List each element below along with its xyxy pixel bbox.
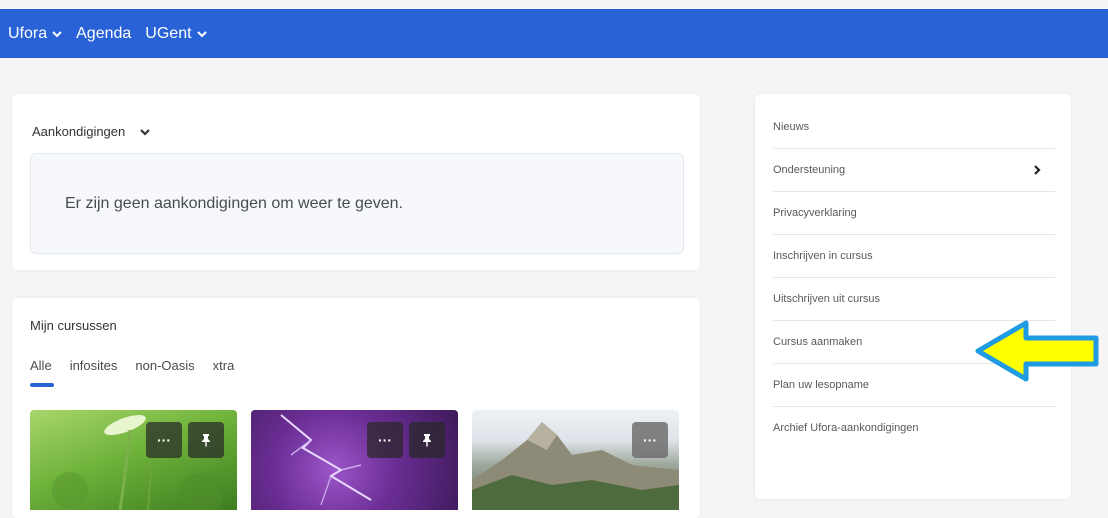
chevron-down-icon <box>140 128 151 136</box>
nav-ufora-menu[interactable]: Ufora <box>8 25 62 43</box>
links-sidebar: Nieuws Ondersteuning Privacyverklaring I… <box>755 94 1071 499</box>
tab-infosites[interactable]: infosites <box>70 358 118 373</box>
sidebar-item-inschrijven[interactable]: Inschrijven in cursus <box>773 235 1055 278</box>
tab-xtra[interactable]: xtra <box>213 358 235 373</box>
course-tile[interactable]: ··· <box>472 410 679 510</box>
sidebar-item-label: Plan uw lesopname <box>773 379 870 391</box>
my-courses-widget: Mijn cursussen Alle infosites non-Oasis … <box>12 298 700 518</box>
nav-ufora-label: Ufora <box>8 24 48 42</box>
sidebar-item-label: Archief Ufora-aankondigingen <box>773 422 919 434</box>
course-tabs: Alle infosites non-Oasis xtra <box>30 358 252 387</box>
sidebar-item-ondersteuning[interactable]: Ondersteuning <box>773 149 1055 192</box>
more-icon[interactable]: ··· <box>367 422 403 458</box>
nav-ugent-menu[interactable]: UGent <box>145 24 207 43</box>
sidebar-list: Nieuws Ondersteuning Privacyverklaring I… <box>773 106 1055 449</box>
chevron-right-icon <box>1034 165 1041 175</box>
announcements-widget: Aankondigingen Er zijn geen aankondiging… <box>12 94 700 270</box>
chevron-down-icon <box>52 30 62 37</box>
course-tile[interactable]: ··· <box>30 410 237 510</box>
sidebar-item-privacyverklaring[interactable]: Privacyverklaring <box>773 192 1055 235</box>
sidebar-item-uitschrijven[interactable]: Uitschrijven uit cursus <box>773 278 1055 321</box>
tab-non-oasis[interactable]: non-Oasis <box>135 358 194 373</box>
top-navigation-bar: Ufora Agenda UGent <box>0 9 1108 58</box>
sidebar-item-nieuws[interactable]: Nieuws <box>773 106 1055 149</box>
more-icon[interactable]: ··· <box>146 422 182 458</box>
chevron-down-icon <box>196 30 207 37</box>
announcements-empty-message: Er zijn geen aankondigingen om weer te g… <box>65 195 403 212</box>
highlight-arrow-icon <box>975 320 1099 382</box>
tab-alle[interactable]: Alle <box>30 358 54 387</box>
more-icon[interactable]: ··· <box>632 422 668 458</box>
sidebar-item-label: Cursus aanmaken <box>773 336 863 348</box>
nav-agenda-link[interactable]: Agenda <box>76 25 131 43</box>
sidebar-item-archief[interactable]: Archief Ufora-aankondigingen <box>773 407 1055 449</box>
announcements-title: Aankondigingen <box>32 124 126 139</box>
pin-icon[interactable] <box>188 422 224 458</box>
sidebar-item-label: Uitschrijven uit cursus <box>773 293 880 305</box>
nav-ugent-label: UGent <box>145 24 192 42</box>
course-tile[interactable]: ··· <box>251 410 458 510</box>
my-courses-title: Mijn cursussen <box>30 318 117 333</box>
announcements-empty-box: Er zijn geen aankondigingen om weer te g… <box>30 153 684 254</box>
pin-icon[interactable] <box>409 422 445 458</box>
sidebar-item-label: Ondersteuning <box>773 164 846 176</box>
nav-agenda-label: Agenda <box>76 24 132 42</box>
sidebar-item-label: Nieuws <box>773 121 810 133</box>
announcements-header[interactable]: Aankondigingen <box>32 124 151 139</box>
sidebar-item-label: Privacyverklaring <box>773 207 857 219</box>
sidebar-item-label: Inschrijven in cursus <box>773 250 873 262</box>
